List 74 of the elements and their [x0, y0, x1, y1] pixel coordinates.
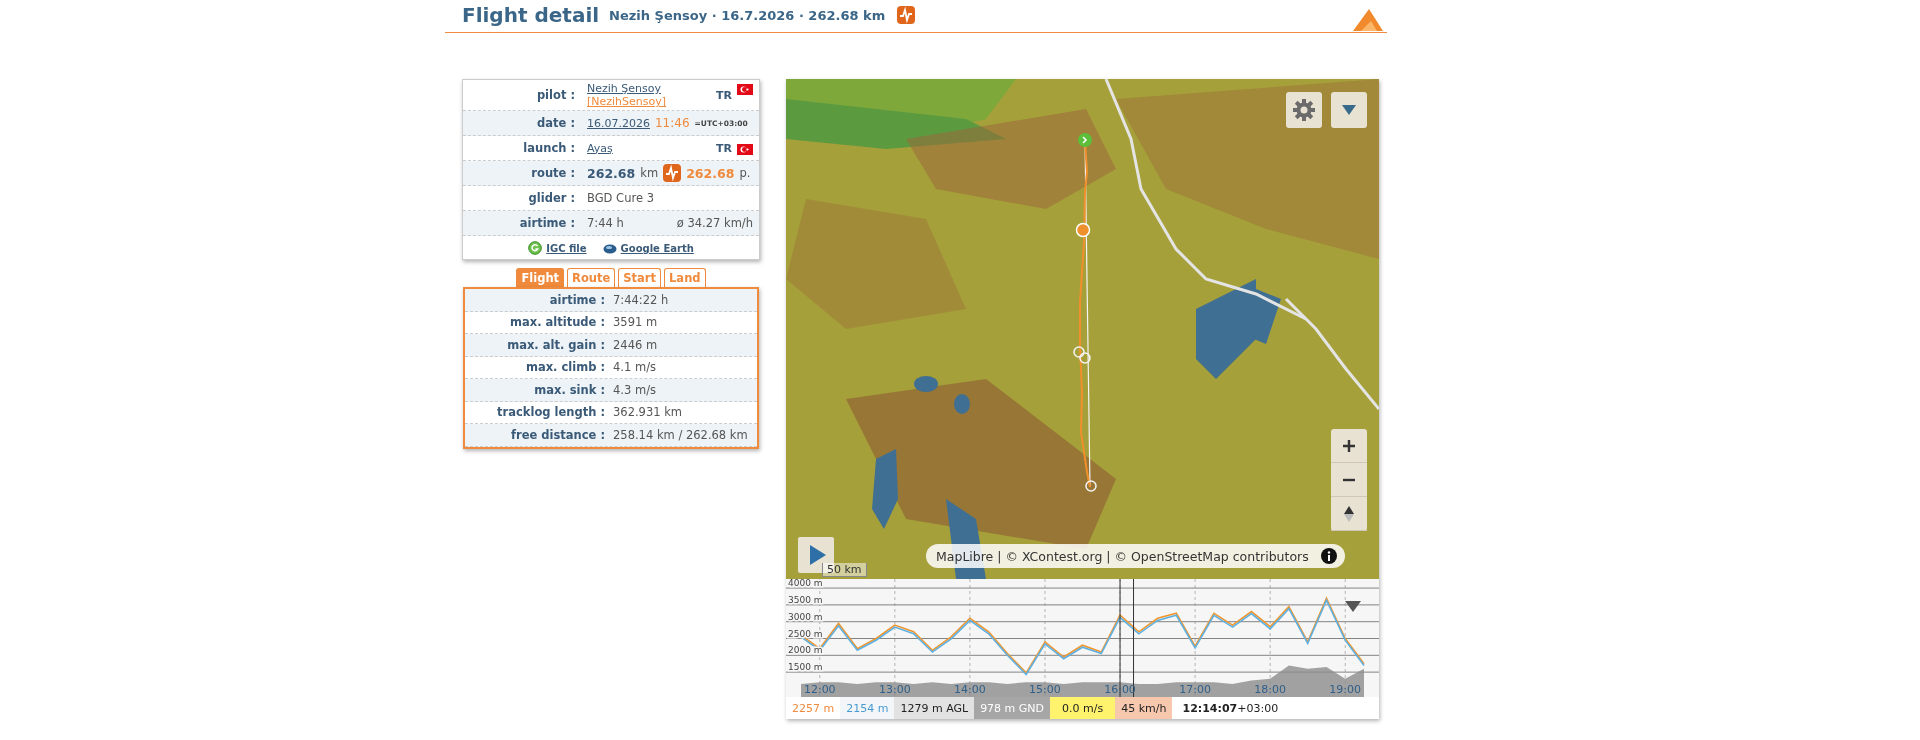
stat-label: max. climb : — [524, 360, 606, 375]
axis-label: 13:00 — [879, 683, 911, 696]
field-label: pilot : — [535, 88, 576, 102]
stat-label: max. alt. gain : — [506, 337, 606, 352]
airtime-value: 7:44 h — [587, 216, 624, 230]
route-type-icon — [663, 164, 682, 182]
info-icon[interactable] — [1320, 548, 1337, 564]
field-label: route : — [530, 166, 576, 180]
scale-bar: 50 km — [822, 563, 867, 577]
axis-label: 14:00 — [954, 683, 986, 696]
field-label: glider : — [527, 191, 576, 205]
stat-value: 258.14 km / 262.68 km — [613, 427, 748, 442]
route-type-icon — [897, 6, 916, 24]
flight-summary: Nezih Şensoy · 16.7.2026 · 262.68 km — [609, 7, 886, 23]
axis-label: 4000 m — [788, 579, 823, 589]
axis-label: 3000 m — [788, 611, 823, 622]
stat-label: max. sink : — [533, 382, 606, 397]
country-code: TR — [716, 88, 732, 102]
stat-value: 7:44:22 h — [613, 292, 669, 307]
launch-time: 11:46 — [655, 116, 690, 130]
download-link[interactable]: Google Earth — [620, 242, 694, 254]
attribution-text: MapLibre | © XContest.org | © OpenStreetMap contributors — [936, 548, 1309, 564]
readout-value: 0.0 m/s — [1050, 697, 1116, 719]
readout-value: 1279 m AGL — [894, 697, 975, 719]
layers-dropdown-button[interactable] — [1331, 92, 1367, 128]
stat-label: tracklog length : — [496, 405, 606, 420]
axis-label: 3500 m — [788, 594, 823, 605]
stat-value: 4.1 m/s — [613, 360, 656, 375]
settings-icon — [1292, 98, 1316, 122]
field-label: date : — [536, 116, 576, 130]
axis-label: 18:00 — [1254, 683, 1286, 696]
flag-icon — [737, 84, 753, 95]
stat-value: 4.3 m/s — [613, 382, 656, 397]
axis-label: 1500 m — [788, 662, 823, 673]
settings-button[interactable] — [1286, 92, 1322, 128]
stat-label: free distance : — [510, 427, 606, 442]
stat-value: 362.931 km — [613, 405, 683, 420]
stat-label: airtime : — [548, 292, 606, 307]
launch-link[interactable]: Ayaş — [587, 141, 613, 155]
country-code: TR — [716, 141, 732, 155]
axis-label: 19:00 — [1329, 683, 1362, 696]
logo-icon[interactable] — [1353, 9, 1383, 31]
readout-value: 978 m GND — [974, 697, 1051, 719]
caret-icon — [1342, 105, 1356, 115]
stat-value: 2446 m — [613, 337, 658, 352]
stat-value: 3591 m — [613, 315, 658, 330]
readout-value: 45 km/h — [1115, 697, 1173, 719]
axis-label: 12:00 — [803, 683, 836, 696]
field-label: airtime : — [518, 216, 576, 230]
axis-label: 15:00 — [1029, 683, 1061, 696]
g-circle-icon — [528, 241, 543, 255]
caret-icon[interactable] — [1345, 601, 1361, 612]
download-link[interactable]: IGC file — [546, 242, 587, 254]
field-label: launch : — [522, 141, 576, 155]
glider-name: BGD Cure 3 — [587, 191, 654, 205]
plus-icon — [1342, 438, 1356, 453]
flag-icon — [737, 143, 753, 155]
points-unit: p. — [739, 166, 751, 180]
pilot-link[interactable]: Nezih Şensoy — [587, 82, 711, 95]
route-points: 262.68 — [686, 165, 735, 181]
play-icon — [810, 545, 826, 565]
readout-value: 2154 m — [840, 697, 895, 719]
axis-label: 17:00 — [1179, 683, 1211, 696]
route-distance: 262.68 — [587, 165, 636, 181]
compass-icon — [1344, 505, 1354, 522]
date-link[interactable]: 16.07.2026 — [587, 116, 650, 130]
stat-label: max. altitude : — [509, 315, 606, 330]
average-speed: ø 34.27 km/h — [676, 216, 753, 230]
globe-icon — [602, 242, 617, 254]
readout-value: 2257 m — [791, 700, 836, 717]
distance-unit: km — [640, 166, 659, 180]
axis-label: 2500 m — [788, 628, 823, 639]
readout-value: 12:14:07+03:00 — [1181, 700, 1280, 717]
page-title: Flight detail — [462, 3, 600, 27]
